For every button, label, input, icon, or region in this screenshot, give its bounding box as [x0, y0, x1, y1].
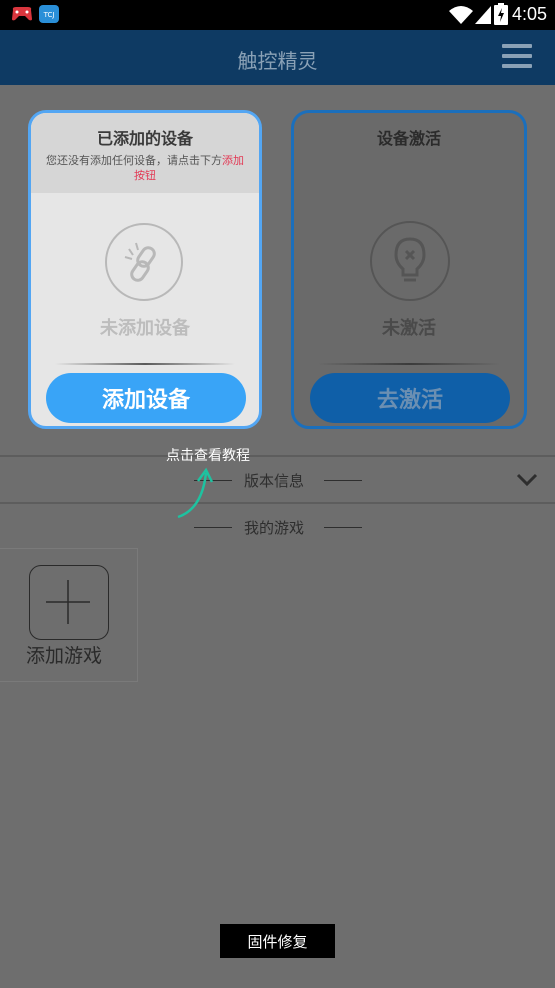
my-games-header: 我的游戏	[244, 519, 305, 537]
broken-link-icon	[105, 223, 183, 301]
device-activation-card: 设备激活 未激活 去激活	[291, 110, 527, 429]
divider	[0, 455, 555, 457]
activation-status: 未激活	[382, 318, 436, 339]
divider	[55, 363, 235, 365]
arrow-icon	[177, 467, 214, 519]
game-controller-icon	[12, 7, 32, 21]
signal-icon	[475, 6, 491, 24]
divider	[324, 527, 362, 528]
plus-icon[interactable]	[29, 565, 109, 640]
menu-icon[interactable]	[502, 44, 532, 70]
add-device-button[interactable]: 添加设备	[46, 373, 246, 423]
card-description: 您还没有添加任何设备，请点击下方添加按钮	[45, 153, 245, 183]
lightbulb-icon	[370, 221, 450, 301]
wifi-icon	[449, 6, 473, 24]
activate-button[interactable]: 去激活	[310, 373, 510, 423]
card-title: 设备激活	[376, 129, 441, 148]
app-icon: TCJ	[39, 5, 59, 23]
chevron-down-icon[interactable]	[516, 472, 538, 488]
divider	[0, 502, 555, 504]
card-title: 已添加的设备	[96, 129, 193, 148]
divider	[194, 527, 232, 528]
device-status: 未添加设备	[100, 318, 190, 339]
description-text: 您还没有添加任何设备，请点击下方	[46, 154, 222, 167]
added-device-card: 已添加的设备 您还没有添加任何设备，请点击下方添加按钮 未添加设备 添加设备	[28, 110, 262, 429]
status-time: 4:05	[511, 4, 547, 24]
version-info-header[interactable]: 版本信息	[244, 470, 304, 491]
add-game-label: 添加游戏	[26, 645, 103, 667]
page-title: 触控精灵	[237, 49, 318, 73]
battery-icon	[494, 3, 508, 25]
svg-text:TCJ: TCJ	[43, 11, 55, 19]
firmware-repair-button[interactable]: 固件修复	[220, 924, 335, 958]
divider	[318, 363, 500, 365]
divider	[324, 480, 362, 481]
tutorial-hint[interactable]: 点击查看教程	[166, 445, 250, 465]
